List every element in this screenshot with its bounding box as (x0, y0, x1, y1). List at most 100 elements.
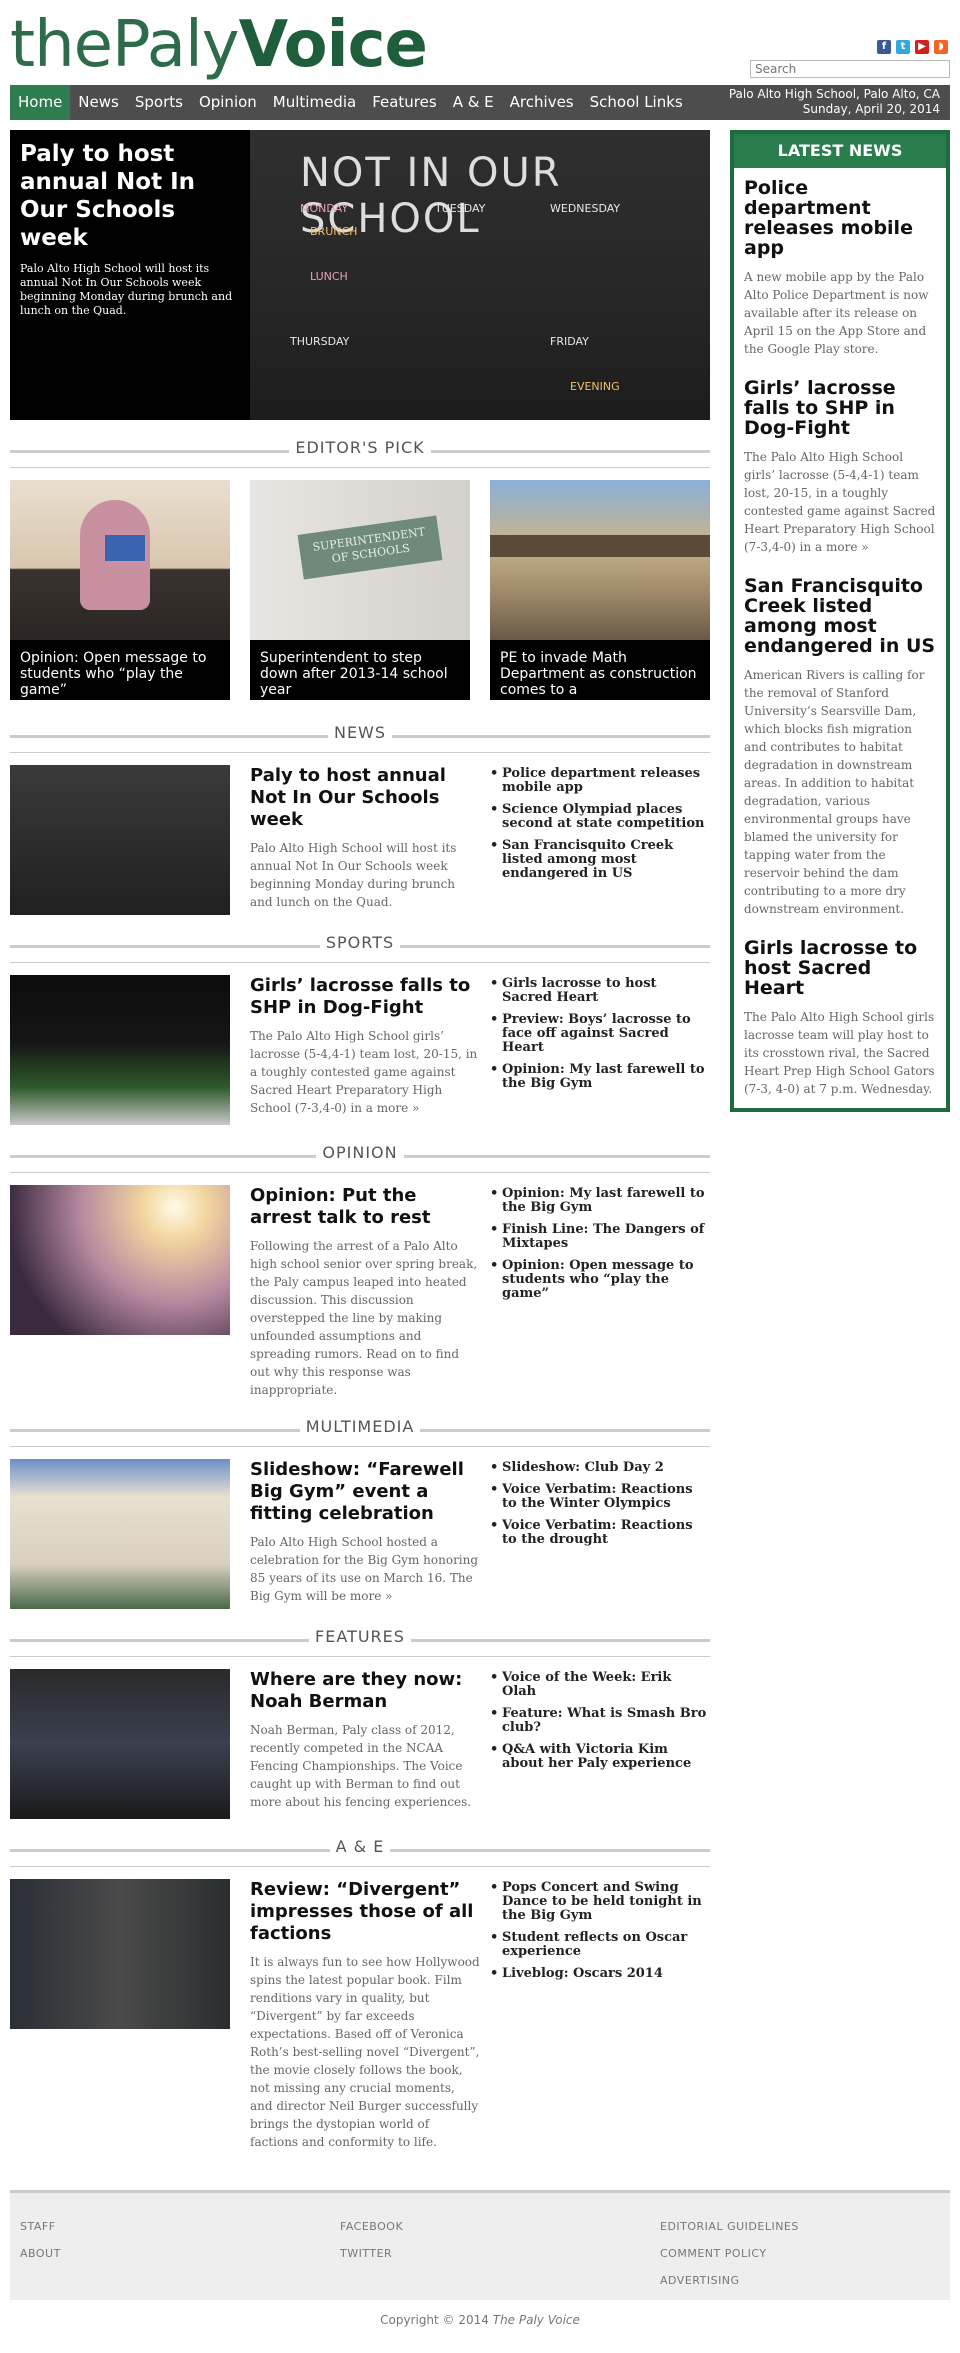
search-input[interactable] (750, 60, 950, 78)
related-link[interactable]: Voice Verbatim: Reactions to the drought (490, 1519, 710, 1547)
latest-news-title[interactable]: Police department releases mobile app (744, 178, 936, 258)
section-label[interactable]: OPINION (316, 1143, 404, 1162)
chalk-word: EVENING (570, 380, 620, 393)
related-link[interactable]: Opinion: Open message to students who “p… (490, 1259, 710, 1301)
section-story-image[interactable] (10, 1669, 230, 1819)
featured-story-image[interactable]: NOT IN OUR SCHOOL MONDAY TUESDAY WEDNESDAY… (250, 130, 710, 420)
footer-link[interactable]: ADVERTISING (660, 2267, 799, 2294)
editors-pick-image[interactable] (490, 480, 710, 640)
related-link[interactable]: Opinion: My last farewell to the Big Gym (490, 1187, 710, 1215)
related-link[interactable]: Science Olympiad places second at state … (490, 803, 710, 831)
related-link[interactable]: Police department releases mobile app (490, 767, 710, 795)
nav-item-archives[interactable]: Archives (502, 85, 582, 120)
rss-icon[interactable]: ◗ (934, 40, 948, 54)
section-label[interactable]: MULTIMEDIA (299, 1417, 421, 1436)
footer-link[interactable]: EDITORIAL GUIDELINES (660, 2213, 799, 2240)
related-link[interactable]: San Francisquito Creek listed among most… (490, 839, 710, 881)
section-header: SPORTS (10, 925, 710, 965)
footer-link[interactable]: TWITTER (340, 2240, 403, 2267)
related-link[interactable]: Preview: Boys’ lacrosse to face off agai… (490, 1013, 710, 1055)
editors-pick-caption[interactable]: Superintendent to step down after 2013-1… (250, 640, 470, 700)
section-story-image[interactable] (10, 1879, 230, 2029)
school-location: Palo Alto High School, Palo Alto, CA (728, 87, 940, 101)
section-label[interactable]: NEWS (327, 723, 393, 742)
youtube-icon[interactable]: ▶ (915, 40, 929, 54)
footer-link[interactable]: COMMENT POLICY (660, 2240, 799, 2267)
copyright-prefix: Copyright © 2014 (380, 2313, 489, 2327)
related-link[interactable]: Q&A with Victoria Kim about her Paly exp… (490, 1743, 710, 1771)
related-link[interactable]: Slideshow: Club Day 2 (490, 1461, 710, 1476)
nav-info: Palo Alto High School, Palo Alto, CA Sun… (729, 87, 940, 117)
related-link[interactable]: Student reflects on Oscar experience (490, 1931, 710, 1959)
related-link[interactable]: Finish Line: The Dangers of Mixtapes (490, 1223, 710, 1251)
chalk-word: WEDNESDAY (550, 202, 621, 215)
footer-link[interactable]: FACEBOOK (340, 2213, 403, 2240)
nav-item-home[interactable]: Home (10, 85, 71, 120)
latest-news-title[interactable]: Girls’ lacrosse falls to SHP in Dog-Figh… (744, 378, 936, 438)
section-story-desc: It is always fun to see how Hollywood sp… (250, 1955, 480, 2149)
latest-news-item: Girls lacrosse to host Sacred Heart The P… (734, 928, 946, 1108)
nav-item-opinion[interactable]: Opinion (191, 85, 265, 120)
related-link[interactable]: Pops Concert and Swing Dance to be held … (490, 1881, 710, 1923)
featured-story[interactable]: Paly to host annual Not In Our Schools w… (10, 130, 710, 420)
footer-link[interactable]: ABOUT (20, 2240, 61, 2267)
twitter-icon[interactable]: t (896, 40, 910, 54)
logo-paly: Paly (112, 8, 240, 82)
book-icon (105, 535, 145, 561)
featured-story-title[interactable]: Paly to host annual Not In Our Schools w… (20, 140, 240, 252)
editors-pick-item[interactable]: Opinion: Open message to students who “p… (10, 480, 230, 700)
section-opinion: OPINION Opinion: Put the arrest talk to r… (10, 1135, 710, 1409)
latest-news-sidebar: LATEST NEWS Police department releases m… (730, 130, 950, 1112)
section-related-list: Voice of the Week: Erik Olah Feature: Wha… (490, 1669, 710, 1819)
current-date: Sunday, April 20, 2014 (802, 102, 940, 116)
latest-news-desc: American Rivers is calling for the remov… (744, 668, 925, 916)
latest-news-title[interactable]: Girls lacrosse to host Sacred Heart (744, 938, 936, 998)
nav-item-school-links[interactable]: School Links (582, 85, 691, 120)
editors-pick-item[interactable]: SUPERINTENDENT OF SCHOOLS Superintendent … (250, 480, 470, 700)
related-link[interactable]: Feature: What is Smash Bro club? (490, 1707, 710, 1735)
section-story-title[interactable]: Paly to host annual Not In Our Schools w… (250, 765, 480, 831)
section-label[interactable]: SPORTS (319, 933, 401, 952)
editors-pick-caption[interactable]: Opinion: Open message to students who “p… (10, 640, 230, 700)
section-story-image[interactable] (10, 1459, 230, 1609)
related-link[interactable]: Liveblog: Oscars 2014 (490, 1967, 710, 1982)
section-story-title[interactable]: Girls’ lacrosse falls to SHP in Dog-Figh… (250, 975, 480, 1019)
related-link[interactable]: Voice of the Week: Erik Olah (490, 1671, 710, 1699)
latest-news-title[interactable]: San Francisquito Creek listed among most… (744, 576, 936, 656)
site-logo[interactable]: thePalyVoice (10, 8, 428, 82)
section-story-title[interactable]: Where are they now: Noah Berman (250, 1669, 480, 1713)
superintendent-sign: SUPERINTENDENT OF SCHOOLS (297, 515, 443, 580)
related-link[interactable]: Voice Verbatim: Reactions to the Winter … (490, 1483, 710, 1511)
latest-news-item: San Francisquito Creek listed among most… (734, 566, 946, 928)
section-header: NEWS (10, 715, 710, 755)
section-story-image[interactable] (10, 765, 230, 915)
section-news: NEWS Paly to host annual Not In Our Schoo… (10, 715, 710, 925)
section-story-title[interactable]: Opinion: Put the arrest talk to rest (250, 1185, 480, 1229)
section-story-title[interactable]: Slideshow: “Farewell Big Gym” event a fi… (250, 1459, 480, 1525)
chalk-word: FRIDAY (550, 335, 589, 348)
nav-item-multimedia[interactable]: Multimedia (265, 85, 364, 120)
logo-voice: Voice (238, 8, 428, 82)
section-label[interactable]: FEATURES (309, 1627, 411, 1646)
chalk-word: TUESDAY (435, 202, 486, 215)
section-label[interactable]: A & E (329, 1837, 391, 1856)
editors-pick-caption[interactable]: PE to invade Math Department as construc… (490, 640, 710, 700)
footer-link[interactable]: STAFF (20, 2213, 61, 2240)
nav-item-features[interactable]: Features (364, 85, 445, 120)
latest-news-desc: A new mobile app by the Palo Alto Police… (744, 270, 929, 356)
related-link[interactable]: Girls lacrosse to host Sacred Heart (490, 977, 710, 1005)
section-story-image[interactable] (10, 1185, 230, 1335)
nav-item-sports[interactable]: Sports (127, 85, 191, 120)
section-related-list: Opinion: My last farewell to the Big Gym… (490, 1185, 710, 1399)
related-link[interactable]: Opinion: My last farewell to the Big Gym (490, 1063, 710, 1091)
section-story-desc: Palo Alto High School will host its annu… (250, 841, 457, 909)
section-story-image[interactable] (10, 975, 230, 1125)
facebook-icon[interactable]: f (877, 40, 891, 54)
editors-pick-image[interactable]: SUPERINTENDENT OF SCHOOLS (250, 480, 470, 640)
editors-pick-item[interactable]: PE to invade Math Department as construc… (490, 480, 710, 700)
nav-item-a-e[interactable]: A & E (445, 85, 502, 120)
editors-pick-image[interactable] (10, 480, 230, 640)
section-related-list: Girls lacrosse to host Sacred Heart Previ… (490, 975, 710, 1125)
section-story-title[interactable]: Review: “Divergent” impresses those of a… (250, 1879, 480, 1945)
nav-item-news[interactable]: News (70, 85, 127, 120)
